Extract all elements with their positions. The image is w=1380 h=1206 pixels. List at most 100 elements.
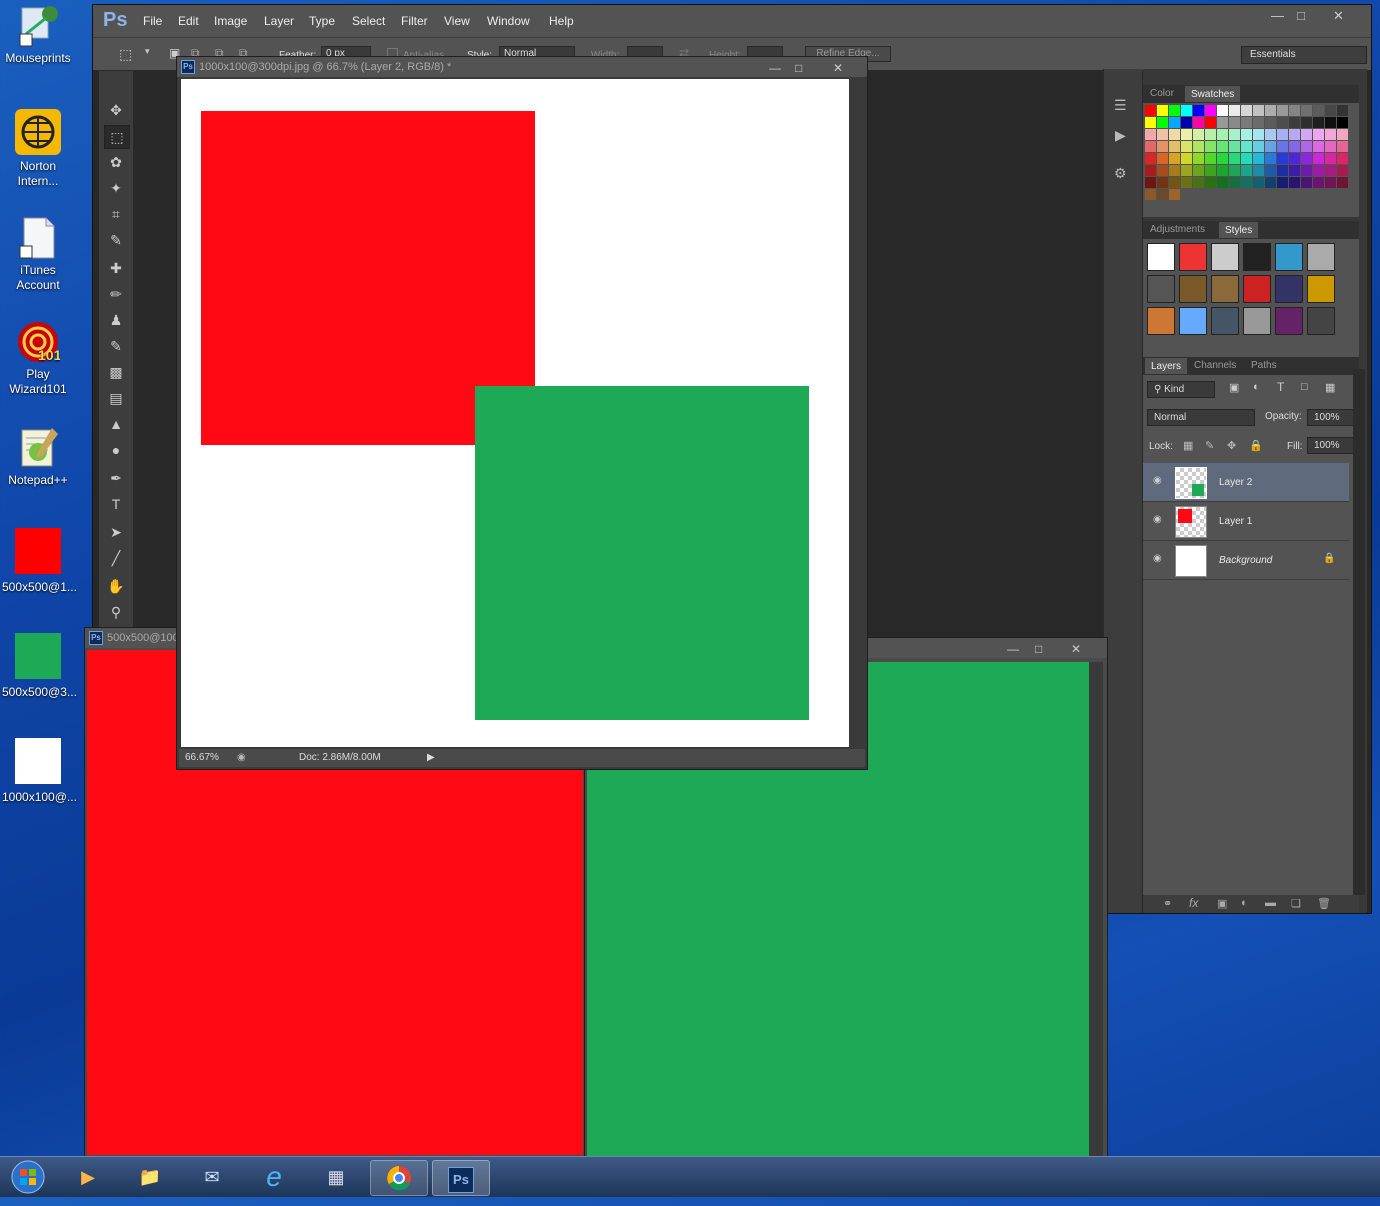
swatch-cell[interactable] — [1181, 129, 1192, 140]
layer-row-layer-2[interactable]: ◉ Layer 2 — [1143, 463, 1349, 502]
swatch-cell[interactable] — [1157, 129, 1168, 140]
swatch-cell[interactable] — [1241, 153, 1252, 164]
swatch-cell[interactable] — [1289, 117, 1300, 128]
style-preset[interactable] — [1179, 275, 1207, 303]
document-canvas[interactable] — [181, 79, 849, 747]
swatch-cell[interactable] — [1289, 129, 1300, 140]
swatch-cell[interactable] — [1253, 153, 1264, 164]
style-preset[interactable] — [1243, 275, 1271, 303]
new-layer-icon[interactable]: ❏ — [1291, 897, 1301, 910]
style-preset[interactable] — [1147, 307, 1175, 335]
lock-move-icon[interactable]: ✥ — [1227, 439, 1236, 452]
brush-icon[interactable]: ✏ — [104, 283, 128, 305]
style-preset[interactable] — [1179, 307, 1207, 335]
style-preset[interactable] — [1307, 243, 1335, 271]
crop-icon[interactable]: ⌗ — [104, 203, 128, 225]
style-preset[interactable] — [1147, 275, 1175, 303]
layers-scrollbar[interactable] — [1353, 369, 1365, 895]
swatch-cell[interactable] — [1277, 129, 1288, 140]
maximize-icon[interactable]: □ — [1035, 639, 1042, 659]
swatch-cell[interactable] — [1265, 177, 1276, 188]
swatch-cell[interactable] — [1145, 141, 1156, 152]
swatch-cell[interactable] — [1277, 177, 1288, 188]
style-preset[interactable] — [1211, 243, 1239, 271]
swatch-cell[interactable] — [1181, 153, 1192, 164]
add-mask-icon[interactable]: ▣ — [1217, 897, 1227, 910]
swatch-cell[interactable] — [1301, 141, 1312, 152]
swatch-cell[interactable] — [1205, 153, 1216, 164]
swatch-cell[interactable] — [1217, 177, 1228, 188]
style-preset[interactable] — [1147, 243, 1175, 271]
minimize-icon[interactable]: — — [1271, 8, 1284, 23]
swatch-cell[interactable] — [1337, 165, 1348, 176]
swatch-cell[interactable] — [1145, 153, 1156, 164]
new-group-icon[interactable]: ▬ — [1265, 897, 1276, 909]
minimize-icon[interactable]: — — [1007, 639, 1019, 659]
swatch-cell[interactable] — [1337, 153, 1348, 164]
swatch-cell[interactable] — [1181, 105, 1192, 116]
chrome-icon[interactable] — [370, 1160, 428, 1196]
swatch-cell[interactable] — [1229, 177, 1240, 188]
swatch-cell[interactable] — [1241, 141, 1252, 152]
swatch-cell[interactable] — [1193, 165, 1204, 176]
swatch-cell[interactable] — [1301, 129, 1312, 140]
swatch-cell[interactable] — [1169, 165, 1180, 176]
swatch-cell[interactable] — [1145, 117, 1156, 128]
rectangular-marquee-icon[interactable]: ⬚ — [104, 125, 130, 149]
hand-icon[interactable]: ✋ — [104, 575, 128, 597]
swatch-cell[interactable] — [1301, 153, 1312, 164]
menu-view[interactable]: View — [444, 14, 470, 28]
swatch-cell[interactable] — [1193, 153, 1204, 164]
swatch-cell[interactable] — [1265, 129, 1276, 140]
gradient-icon[interactable]: ▤ — [104, 387, 128, 409]
filter-pixel-icon[interactable]: ▣ — [1229, 381, 1239, 394]
style-preset[interactable] — [1275, 275, 1303, 303]
swatch-cell[interactable] — [1229, 105, 1240, 116]
blur-icon[interactable]: ▲ — [104, 413, 128, 435]
style-preset[interactable] — [1275, 307, 1303, 335]
filter-shape-icon[interactable]: □ — [1301, 381, 1308, 393]
swatch-cell[interactable] — [1241, 177, 1252, 188]
filter-type-icon[interactable]: T — [1277, 380, 1284, 394]
desktop-icon-itunes-account[interactable]: iTunes Account — [2, 216, 74, 293]
swatch-cell[interactable] — [1145, 129, 1156, 140]
swatch-cell[interactable] — [1313, 153, 1324, 164]
start-orb-icon[interactable] — [0, 1160, 56, 1194]
style-preset[interactable] — [1275, 243, 1303, 271]
swatch-cell[interactable] — [1157, 141, 1168, 152]
swatch-cell[interactable] — [1337, 141, 1348, 152]
status-info-icon[interactable]: ◉ — [237, 749, 246, 767]
swatch-cell[interactable] — [1157, 189, 1168, 200]
swatch-cell[interactable] — [1217, 129, 1228, 140]
swatch-cell[interactable] — [1205, 177, 1216, 188]
swatch-cell[interactable] — [1145, 105, 1156, 116]
desktop-icon-green-image[interactable]: 500x500@3... — [2, 633, 77, 700]
fill-input[interactable]: 100% — [1307, 437, 1355, 454]
swatch-cell[interactable] — [1301, 105, 1312, 116]
zoom-level[interactable]: 66.67% — [185, 749, 219, 767]
swatch-cell[interactable] — [1241, 165, 1252, 176]
zoom-icon[interactable]: ⚲ — [104, 601, 128, 623]
swatch-cell[interactable] — [1205, 141, 1216, 152]
delete-layer-icon[interactable]: 🗑 — [1317, 897, 1331, 910]
swatch-cell[interactable] — [1169, 129, 1180, 140]
swatch-cell[interactable] — [1169, 141, 1180, 152]
swatch-cell[interactable] — [1193, 129, 1204, 140]
swatch-cell[interactable] — [1253, 129, 1264, 140]
menu-type[interactable]: Type — [309, 14, 335, 28]
eraser-icon[interactable]: ▩ — [104, 361, 128, 383]
desktop-icon-red-image[interactable]: 500x500@1... — [2, 528, 77, 595]
style-preset[interactable] — [1243, 243, 1271, 271]
style-preset[interactable] — [1243, 307, 1271, 335]
tab-paths[interactable]: Paths — [1251, 360, 1277, 371]
status-menu-arrow-icon[interactable]: ▶ — [427, 749, 435, 767]
swatch-cell[interactable] — [1217, 165, 1228, 176]
layer-row-background[interactable]: ◉ Background 🔒 — [1143, 541, 1349, 580]
swatch-cell[interactable] — [1277, 105, 1288, 116]
swatch-cell[interactable] — [1265, 117, 1276, 128]
pen-icon[interactable]: ✒ — [104, 467, 128, 489]
style-preset[interactable] — [1211, 275, 1239, 303]
swatch-cell[interactable] — [1301, 177, 1312, 188]
swatch-cell[interactable] — [1277, 165, 1288, 176]
swatch-cell[interactable] — [1169, 117, 1180, 128]
